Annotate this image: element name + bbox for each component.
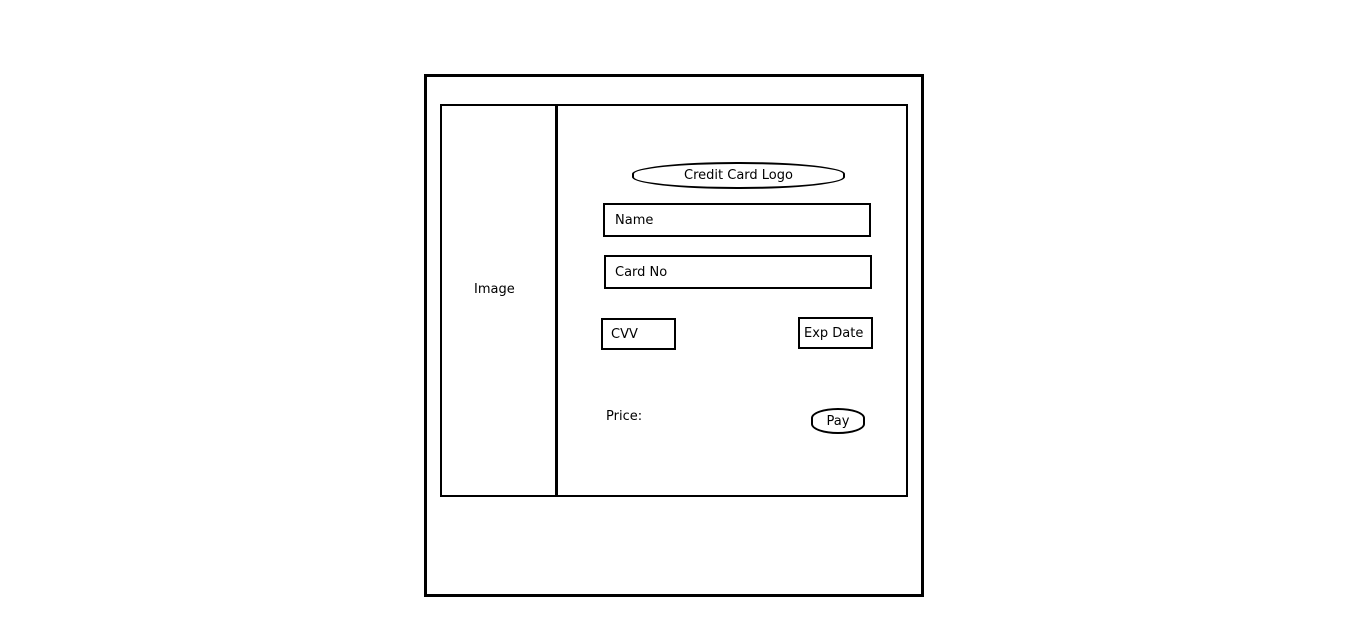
checkout-panel: [440, 104, 908, 497]
credit-card-logo-label: Credit Card Logo: [684, 168, 793, 183]
cvv-placeholder: CVV: [611, 326, 638, 342]
pay-button[interactable]: Pay: [811, 408, 865, 434]
name-input-placeholder: Name: [615, 212, 654, 228]
exp-date-input[interactable]: Exp Date: [798, 317, 873, 349]
product-image-placeholder: Image: [474, 282, 515, 297]
name-input[interactable]: Name: [603, 203, 871, 237]
card-number-placeholder: Card No: [615, 264, 668, 280]
card-number-input[interactable]: Card No: [604, 255, 872, 289]
cvv-input[interactable]: CVV: [601, 318, 676, 350]
credit-card-logo: Credit Card Logo: [632, 162, 845, 189]
pay-button-label: Pay: [826, 413, 850, 429]
price-label: Price:: [606, 409, 643, 424]
exp-date-placeholder: Exp Date: [804, 325, 864, 341]
panel-divider: [555, 104, 558, 495]
